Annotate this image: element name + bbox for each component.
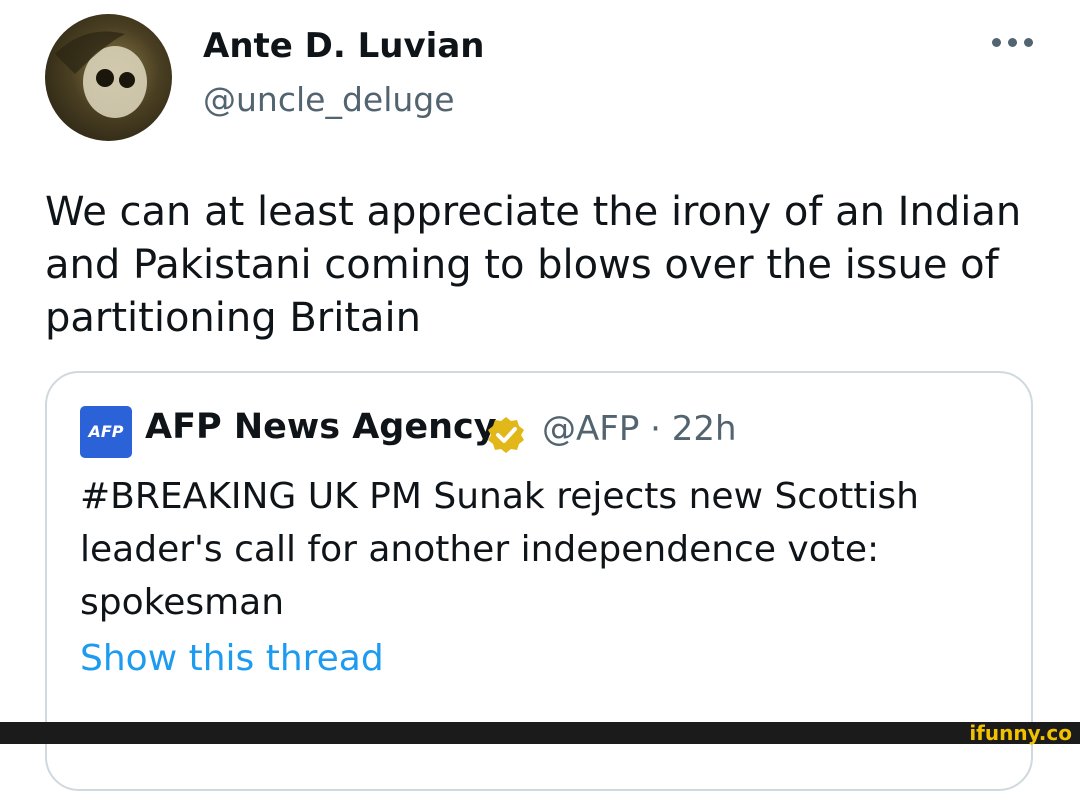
quoted-tweet-text: #BREAKING UK PM Sunak rejects new Scotti… xyxy=(80,476,919,623)
author-handle[interactable]: @uncle_deluge xyxy=(203,80,455,119)
quoted-author-name[interactable]: AFP News Agency xyxy=(145,407,497,447)
avatar[interactable] xyxy=(45,14,172,141)
watermark-bar: ifunny.co xyxy=(0,722,1080,744)
verified-badge-icon xyxy=(486,415,526,455)
ifunny-watermark: ifunny.co xyxy=(969,721,1072,745)
author-name[interactable]: Ante D. Luvian xyxy=(203,26,484,66)
afp-logo: AFP xyxy=(80,406,132,458)
show-thread-link[interactable]: Show this thread xyxy=(80,638,384,679)
quoted-author-handle-time: @AFP · 22h xyxy=(542,409,737,449)
tweet-text: We can at least appreciate the irony of … xyxy=(45,189,1022,341)
more-options-icon[interactable] xyxy=(990,32,1036,52)
